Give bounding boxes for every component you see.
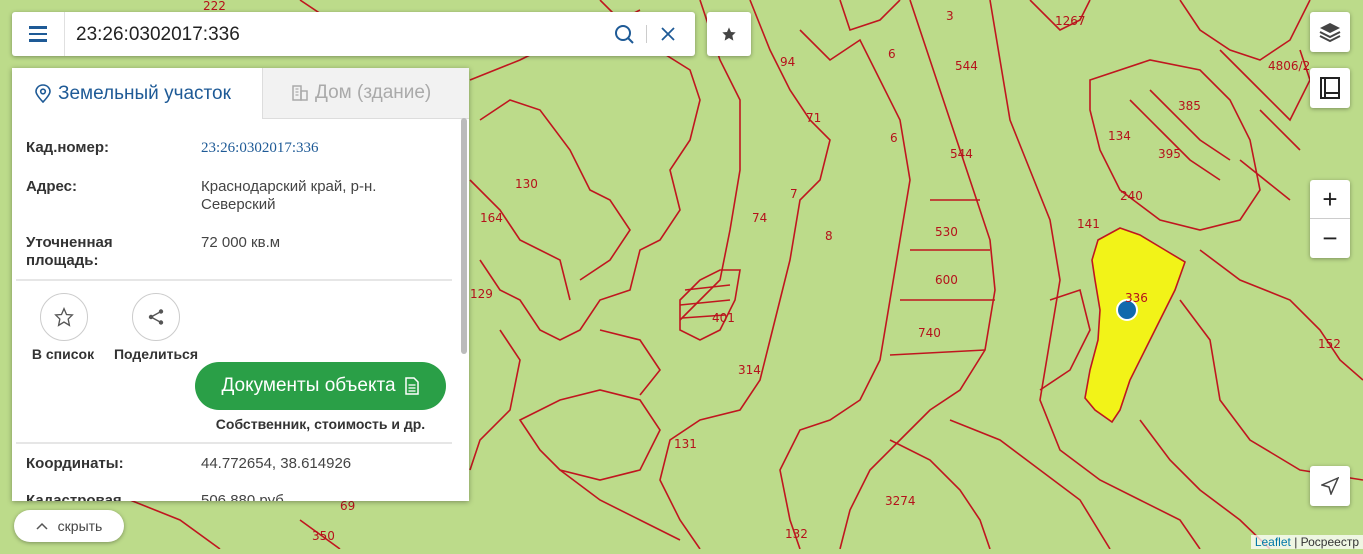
documents-button[interactable]: Документы объекта	[195, 362, 446, 410]
zoom-control: + −	[1310, 180, 1350, 258]
star-icon	[722, 27, 736, 41]
map-label: 134	[1108, 129, 1131, 143]
map-label: 7	[790, 187, 798, 201]
cadastral-value-label: Кадастровая	[26, 492, 122, 501]
layers-button[interactable]	[1310, 12, 1350, 52]
attribution-provider: Росреестр	[1300, 535, 1359, 549]
cadastral-value-value: 506 880 руб	[201, 492, 284, 501]
coordinates-value: 44.772654, 38.614926	[201, 455, 352, 472]
locate-button[interactable]	[1310, 466, 1350, 506]
zoom-in-button[interactable]: +	[1310, 180, 1350, 219]
zoom-out-button[interactable]: −	[1310, 219, 1350, 257]
map-label: 94	[780, 55, 795, 69]
search-input[interactable]	[74, 20, 598, 50]
map-label: 8	[825, 229, 833, 243]
map-label: 141	[1077, 217, 1100, 231]
menu-icon	[29, 24, 47, 44]
map-label: 6	[888, 47, 896, 61]
basemap-button[interactable]	[1310, 68, 1350, 108]
map-label: 164	[480, 211, 503, 225]
map-label: 3274	[885, 494, 916, 508]
map-label: 600	[935, 273, 958, 287]
area-label: Уточненная площадь:	[26, 234, 113, 269]
menu-button[interactable]	[12, 12, 65, 56]
leaflet-link[interactable]: Leaflet	[1255, 535, 1291, 549]
hide-panel-button[interactable]: скрыть	[14, 510, 124, 542]
documents-button-label: Документы объекта	[221, 375, 396, 396]
map-label: 544	[955, 59, 978, 73]
divider	[16, 442, 452, 444]
document-icon	[404, 377, 419, 395]
info-panel: Земельный участок Дом (здание) Кад.номер…	[12, 68, 469, 501]
search-icon[interactable]	[614, 24, 634, 44]
divider	[646, 25, 647, 43]
map-label: 69	[340, 499, 355, 513]
map-label: 152	[1318, 337, 1341, 351]
map-label: 129	[470, 287, 493, 301]
layers-icon	[1319, 23, 1341, 43]
chevron-up-icon	[36, 522, 48, 530]
coordinates-label: Координаты:	[26, 455, 124, 472]
map-label: 395	[1158, 147, 1181, 161]
building-icon	[292, 85, 308, 101]
map-label: 314	[738, 363, 761, 377]
map-label: 401	[712, 311, 735, 325]
add-to-list-button[interactable]	[40, 293, 88, 341]
attribution-separator: |	[1290, 535, 1301, 549]
cadastral-number-value[interactable]: 23:26:0302017:336	[201, 139, 441, 157]
map-label: 6	[890, 131, 898, 145]
search-bar	[12, 12, 695, 56]
location-pin-icon	[35, 83, 51, 103]
share-button[interactable]	[132, 293, 180, 341]
map-book-icon	[1320, 77, 1340, 99]
panel-scrollbar[interactable]	[461, 118, 467, 354]
cadastral-number-label: Кад.номер:	[26, 139, 109, 156]
tab-land-plot[interactable]: Земельный участок	[12, 68, 263, 119]
star-icon	[54, 307, 74, 327]
map-label: 131	[674, 437, 697, 451]
map-label: 350	[312, 529, 335, 543]
share-icon	[148, 309, 164, 325]
map-attribution: Leaflet | Росреестр	[1250, 535, 1363, 549]
map-label: 336	[1125, 291, 1148, 305]
close-icon[interactable]	[658, 24, 678, 44]
location-arrow-icon	[1321, 477, 1339, 495]
hide-panel-label: скрыть	[57, 518, 103, 534]
map-label: 74	[752, 211, 767, 225]
map-label: 4806/2	[1268, 59, 1310, 73]
documents-subtitle: Собственник, стоимость и др.	[215, 416, 426, 432]
map-label: 240	[1120, 189, 1143, 203]
map-label: 3	[946, 9, 954, 23]
map-label: 385	[1178, 99, 1201, 113]
map-label: 740	[918, 326, 941, 340]
map-label: 530	[935, 225, 958, 239]
favorite-button[interactable]	[707, 12, 751, 56]
tab-building[interactable]: Дом (здание)	[263, 68, 469, 118]
map-label: 544	[950, 147, 973, 161]
map-label: 132	[785, 527, 808, 541]
divider	[16, 279, 452, 281]
tab-bar: Земельный участок Дом (здание)	[12, 68, 469, 119]
share-label: Поделиться	[113, 346, 199, 362]
tab-label: Дом (здание)	[315, 82, 432, 103]
tab-label: Земельный участок	[58, 82, 231, 104]
area-value: 72 000 кв.м	[201, 234, 281, 251]
add-to-list-label: В список	[31, 346, 95, 362]
map-label: 1267	[1055, 14, 1086, 28]
address-label: Адрес:	[26, 178, 77, 195]
address-value: Краснодарский край, р-н. Северский	[201, 178, 377, 213]
map-label: 71	[806, 111, 821, 125]
map-label: 130	[515, 177, 538, 191]
